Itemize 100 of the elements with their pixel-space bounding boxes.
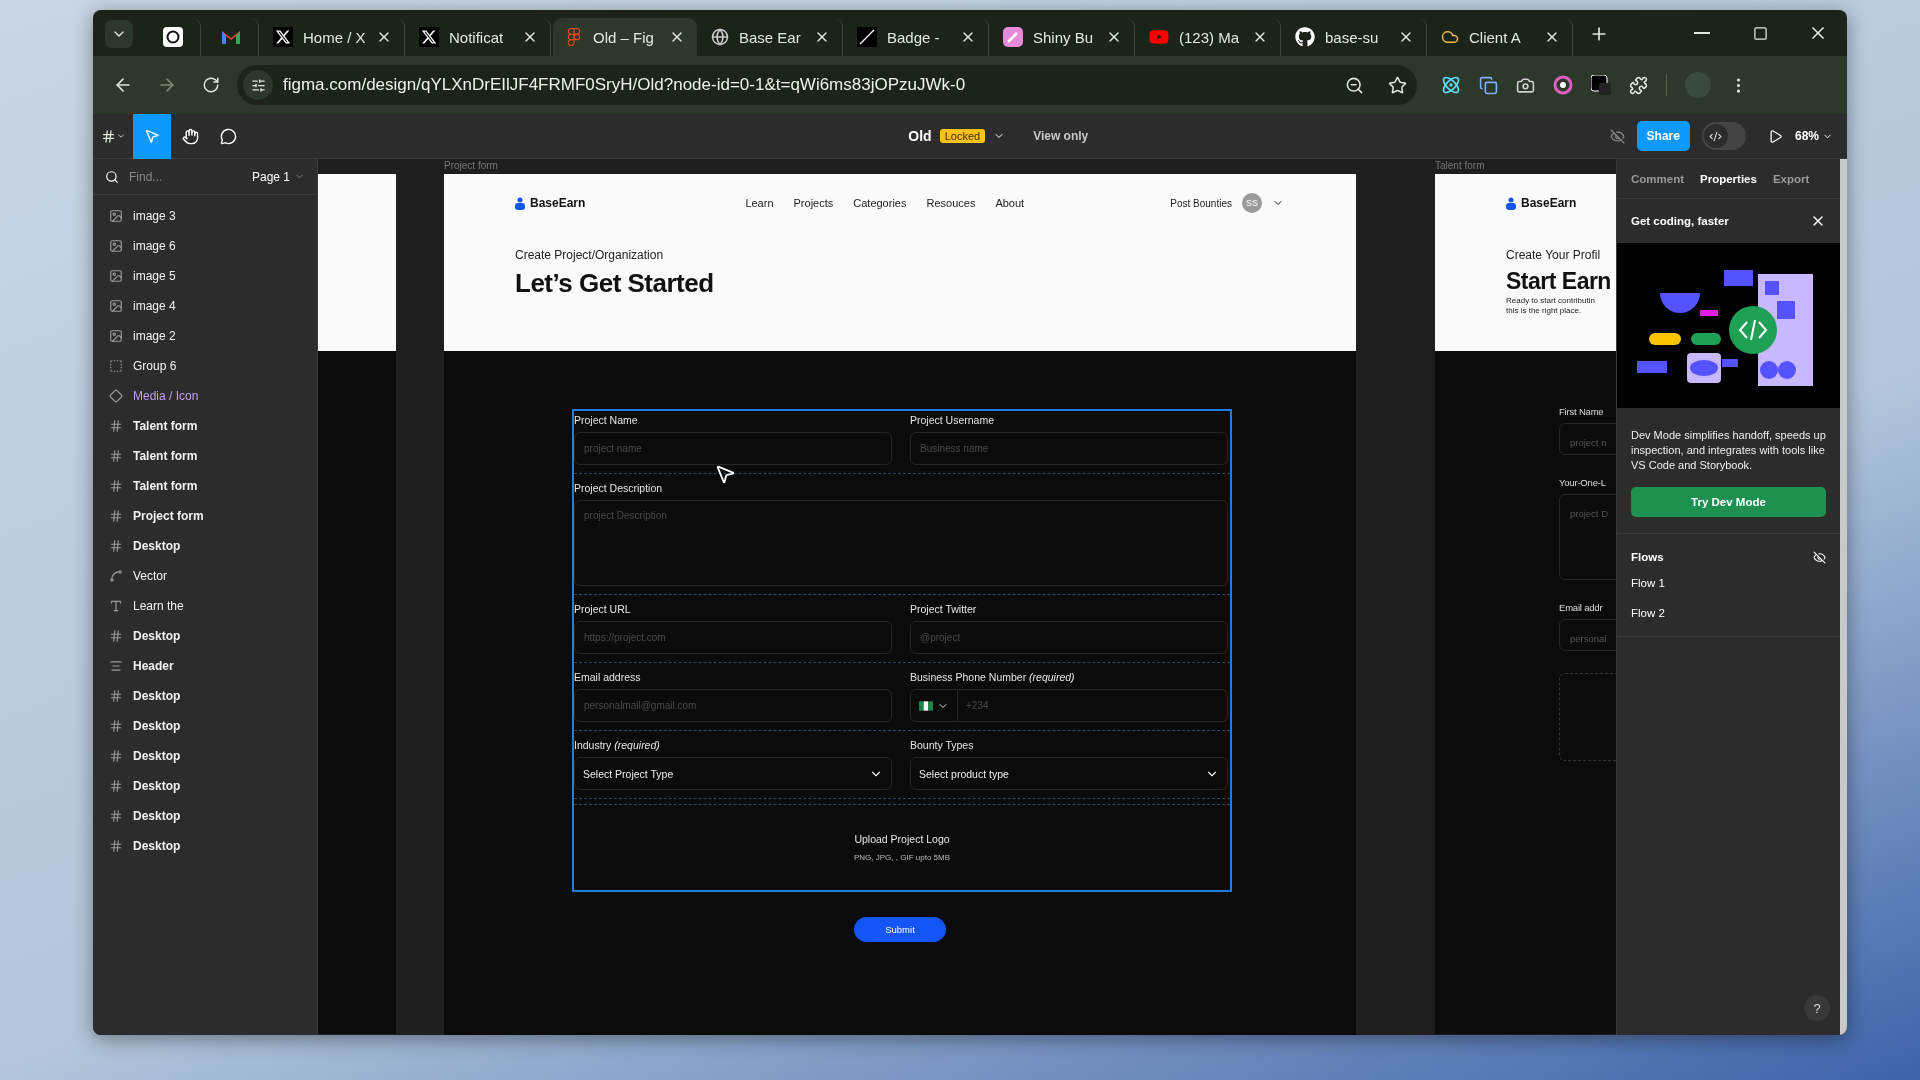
zoom-out-icon[interactable] [1345, 75, 1364, 95]
layer-item[interactable]: Learn the [93, 591, 317, 621]
layer-item[interactable]: Talent form [93, 441, 317, 471]
tab-title: Old – Fig [593, 28, 655, 46]
find-field[interactable]: Find... [127, 168, 244, 185]
layer-item[interactable]: Desktop [93, 711, 317, 741]
page-subtitle: Create Project/Organization [514, 248, 665, 262]
diamond-icon [109, 389, 123, 403]
layer-item[interactable]: Vector [93, 561, 317, 591]
tool-button[interactable] [133, 113, 171, 159]
select-dropdown[interactable]: Select product type [910, 757, 1228, 790]
brand-logo: BaseEarn [515, 196, 586, 210]
vector-icon [109, 569, 123, 583]
text-input-field[interactable]: https://project.com [574, 621, 892, 654]
field-label: Project Username [910, 414, 996, 426]
file-name: Old [908, 128, 932, 144]
layer-item[interactable]: Media / Icon [93, 381, 317, 411]
hand-icon [181, 127, 199, 145]
field-label: Email addr [1559, 602, 1604, 613]
frame-icon [109, 839, 123, 853]
view-only-label: View only [1033, 129, 1089, 143]
text-input-field[interactable]: @project [910, 621, 1228, 654]
flow-item[interactable]: Flow 2 [1631, 598, 1826, 628]
atom-icon[interactable] [1441, 75, 1461, 95]
country-code-select[interactable] [910, 689, 958, 722]
layer-item[interactable]: Group 6 [93, 351, 317, 381]
comment-icon [219, 127, 237, 145]
try-dev-mode-button[interactable]: Try Dev Mode [1631, 487, 1826, 517]
post-bounties-link[interactable]: Post Bounties [1170, 197, 1232, 209]
page-heading: Let’s Get Started [515, 268, 715, 299]
image-icon [109, 329, 123, 343]
scrollbar[interactable] [1840, 159, 1847, 1035]
field-label: Project Twitter [910, 603, 978, 615]
layer-item[interactable]: Project form [93, 501, 317, 531]
x-logo-icon [273, 27, 293, 47]
image-icon [109, 299, 123, 313]
layer-item[interactable]: image 4 [93, 291, 317, 321]
layer-item[interactable]: Desktop [93, 801, 317, 831]
image-icon [109, 269, 123, 283]
phone-number-field[interactable]: +234 [958, 689, 1228, 722]
layer-item[interactable]: Talent form [93, 411, 317, 441]
field-label: Industry (required) [574, 739, 661, 751]
layer-item[interactable]: Desktop [93, 741, 317, 771]
flow-item[interactable]: Flow 1 [1631, 568, 1826, 598]
layer-item[interactable]: Desktop [93, 681, 317, 711]
pointer-icon [144, 128, 160, 144]
figma-menu-icon [100, 128, 116, 144]
copy-icon[interactable] [1479, 75, 1498, 95]
extensions-icon[interactable] [1629, 75, 1648, 95]
frame-icon [109, 749, 123, 763]
camera-icon[interactable] [1516, 75, 1535, 95]
nav-link[interactable]: Learn [745, 197, 774, 209]
layer-item[interactable]: Header [93, 651, 317, 681]
frame-icon [109, 629, 123, 643]
panel-tab[interactable]: Properties [1700, 172, 1757, 185]
address-bar[interactable]: figma.com/design/qYLXnDrEIlJF4FRMF0SryH/Old?node-id=0-1&t=qWi6ms83jOPzuJWk-0 [237, 65, 1417, 105]
upload-dropzone[interactable]: Upload Project Logo PNG, JPG, , GIF upto 5MB [574, 804, 1230, 890]
layer-item[interactable]: Desktop [93, 771, 317, 801]
text-icon [109, 599, 123, 613]
figma-logo-icon [565, 28, 583, 46]
nav-link[interactable]: Projects [793, 197, 834, 209]
zoom-dropdown[interactable]: 68% [1794, 129, 1833, 143]
layer-item[interactable]: Desktop [93, 621, 317, 651]
page-dropdown[interactable]: Page 1 [251, 169, 305, 184]
frame-icon [109, 539, 123, 553]
description-field[interactable]: project Description [574, 500, 1228, 586]
panel-tab[interactable]: Comment [1631, 172, 1685, 185]
frame-icon [109, 719, 123, 733]
browser-tab[interactable]: Old – Fig [553, 18, 697, 56]
layer-item[interactable]: Desktop [93, 531, 317, 561]
tab-search-button[interactable] [105, 20, 133, 48]
layer-item[interactable]: image 2 [93, 321, 317, 351]
panel-tab[interactable]: Export [1772, 172, 1810, 185]
dev-mode-toggle[interactable] [1701, 122, 1746, 150]
nav-link[interactable]: Resouces [926, 197, 976, 209]
site-info-button[interactable] [243, 70, 273, 100]
tab-title: base-su [1325, 28, 1380, 46]
layer-item[interactable]: image 3 [93, 201, 317, 231]
nav-link[interactable]: About [995, 197, 1025, 209]
text-input-field[interactable]: project name [574, 432, 892, 465]
layer-item[interactable]: Talent form [93, 471, 317, 501]
layer-item[interactable]: image 5 [93, 261, 317, 291]
frame-icon [109, 479, 123, 493]
field-label: Bounty Types [910, 739, 975, 751]
field-label: Your-One-L [1559, 477, 1607, 488]
ring-icon[interactable] [1553, 75, 1573, 95]
submit-button[interactable]: Submit [854, 917, 946, 942]
code-icon [1709, 129, 1723, 143]
text-input-field[interactable]: personalmail@gmail.com [574, 689, 892, 722]
intro-text: Ready to start contributin [1505, 296, 1596, 305]
select-dropdown[interactable]: Select Project Type [574, 757, 892, 790]
layer-item[interactable]: Desktop [93, 831, 317, 861]
image-icon [109, 209, 123, 223]
present-icon[interactable] [1767, 128, 1783, 144]
frame-icon [109, 449, 123, 463]
help-button[interactable]: ? [1804, 995, 1830, 1021]
layer-item[interactable]: image 6 [93, 231, 317, 261]
bookmark-star-icon[interactable] [1388, 75, 1407, 95]
nav-link[interactable]: Categories [853, 197, 907, 209]
text-input-field[interactable]: Business name [910, 432, 1228, 465]
